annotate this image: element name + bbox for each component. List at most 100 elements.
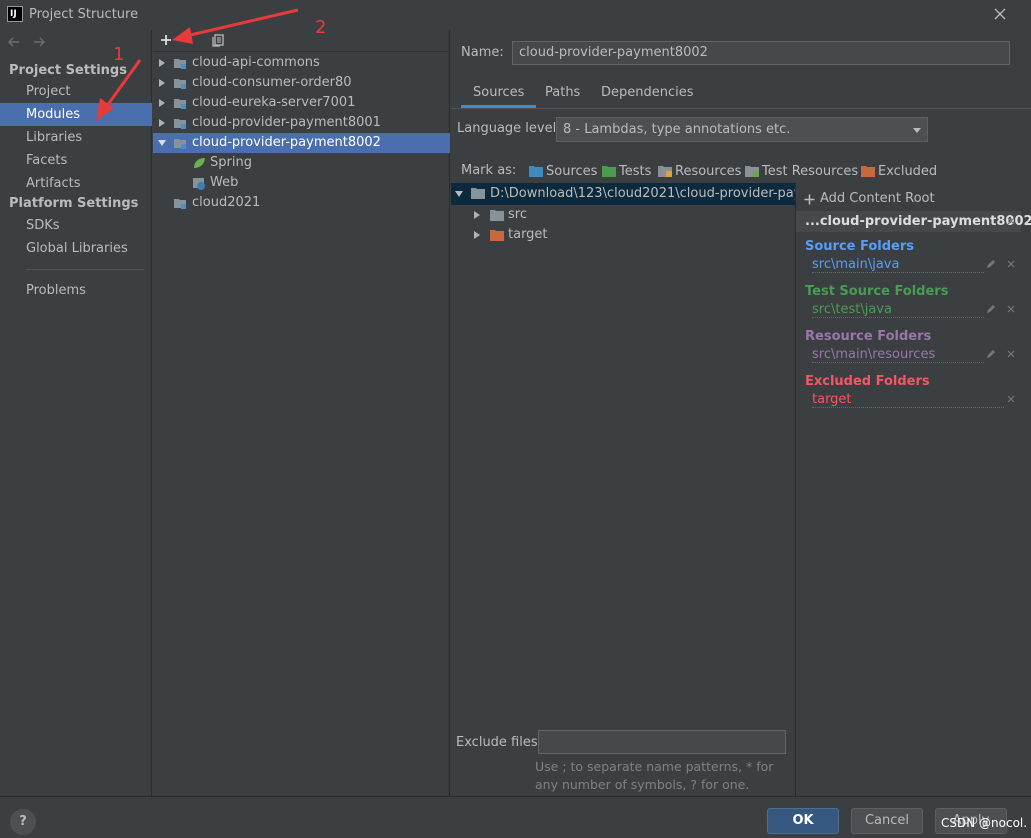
add-content-root-label: Add Content Root (820, 191, 935, 206)
watermark: CSDN @nocol. (941, 816, 1028, 830)
module-toolbar (153, 30, 450, 52)
content-root-row[interactable]: D:\Download\123\cloud2021\cloud-provider… (451, 183, 795, 205)
excluded-folder-path: target (812, 392, 1004, 408)
resource-folder-path: src\main\resources (812, 347, 984, 363)
test-source-folder-path: src\test\java (812, 302, 984, 318)
remove-icon[interactable] (1005, 348, 1017, 360)
add-icon[interactable] (159, 33, 173, 47)
content-folder-label: src (508, 207, 527, 222)
settings-nav: Project Settings Project Modules Librari… (0, 30, 152, 796)
expand-arrow-icon[interactable] (472, 230, 482, 240)
folder-icon (471, 188, 485, 199)
nav-item-modules[interactable]: Modules (0, 103, 152, 126)
module-folder-icon (173, 196, 187, 210)
content-folder-row[interactable]: src (451, 205, 795, 225)
nav-item-artifacts[interactable]: Artifacts (0, 172, 152, 195)
facet-row[interactable]: Web (153, 173, 450, 193)
facet-label: Spring (210, 155, 252, 170)
nav-divider (26, 269, 144, 270)
expand-arrow-icon[interactable] (157, 118, 167, 128)
back-arrow-icon[interactable] (6, 34, 22, 50)
module-folder-icon (173, 116, 187, 130)
module-label: cloud-api-commons (192, 55, 320, 70)
resource-folders-title: Resource Folders (805, 329, 932, 344)
remove-icon[interactable] (1005, 393, 1017, 405)
remove-icon[interactable] (1005, 215, 1017, 227)
nav-item-global-libraries[interactable]: Global Libraries (0, 237, 152, 260)
module-label: cloud-provider-payment8002 (192, 135, 381, 150)
add-content-root-button[interactable]: Add Content Root (804, 191, 935, 206)
language-level-value: 8 - Lambdas, type annotations etc. (563, 122, 791, 137)
mark-sources-label: Sources (546, 164, 598, 179)
web-icon (192, 176, 206, 190)
content-root-header: ...cloud-provider-payment8002 (796, 211, 1031, 232)
nav-item-libraries[interactable]: Libraries (0, 126, 152, 149)
module-folder-icon (173, 136, 187, 150)
name-label: Name: (461, 45, 504, 60)
close-icon[interactable] (990, 4, 1010, 24)
source-folder-path: src\main\java (812, 257, 984, 273)
cancel-button[interactable]: Cancel (851, 808, 923, 834)
expand-arrow-icon[interactable] (157, 58, 167, 68)
spring-icon (192, 156, 206, 170)
language-level-select[interactable]: 8 - Lambdas, type annotations etc. (556, 117, 928, 142)
exclude-files-label: Exclude files: (456, 735, 543, 750)
module-label: cloud-provider-payment8001 (192, 115, 381, 130)
expand-arrow-icon[interactable] (472, 210, 482, 220)
section-platform-settings: Platform Settings (9, 196, 139, 211)
module-row-selected[interactable]: cloud-provider-payment8002 (153, 133, 450, 153)
collapse-arrow-icon[interactable] (454, 189, 464, 199)
title-bar: IJ Project Structure (0, 0, 1031, 30)
forward-arrow-icon[interactable] (31, 34, 47, 50)
edit-icon[interactable] (985, 348, 997, 360)
nav-item-facets[interactable]: Facets (0, 149, 152, 172)
sources-folder-icon (529, 166, 543, 177)
nav-item-sdks[interactable]: SDKs (0, 214, 152, 237)
module-row[interactable]: cloud-provider-payment8001 (153, 113, 450, 133)
module-label: cloud-consumer-order80 (192, 75, 352, 90)
tab-sources[interactable]: Sources (461, 82, 537, 108)
tests-folder-icon (602, 166, 616, 177)
nav-item-problems[interactable]: Problems (0, 279, 152, 302)
plus-icon (804, 194, 815, 205)
content-root-path: D:\Download\123\cloud2021\cloud-provider… (490, 186, 795, 201)
facet-row[interactable]: Spring (153, 153, 450, 173)
module-folder-icon (173, 76, 187, 90)
language-level-label: Language level: (457, 121, 561, 136)
resources-folder-icon (658, 166, 672, 177)
copy-icon[interactable] (211, 33, 225, 47)
tab-dependencies[interactable]: Dependencies (589, 82, 706, 108)
module-row[interactable]: cloud-consumer-order80 (153, 73, 450, 93)
ok-button[interactable]: OK (767, 808, 839, 834)
collapse-arrow-icon[interactable] (157, 138, 167, 148)
help-button[interactable]: ? (10, 809, 36, 835)
content-folder-row[interactable]: target (451, 225, 795, 245)
content-root-header-label: ...cloud-provider-payment8002 (805, 214, 1031, 229)
folder-icon (490, 210, 504, 221)
test-source-folders-title: Test Source Folders (805, 284, 949, 299)
remove-icon[interactable] (1005, 258, 1017, 270)
chevron-down-icon (912, 125, 922, 135)
module-list-panel: cloud-api-commons cloud-consumer-order80… (153, 30, 450, 796)
mark-resources-label: Resources (675, 164, 742, 179)
edit-icon[interactable] (985, 258, 997, 270)
window-title: Project Structure (29, 7, 139, 22)
expand-arrow-icon[interactable] (157, 98, 167, 108)
module-label: cloud-eureka-server7001 (192, 95, 356, 110)
module-row[interactable]: cloud2021 (153, 193, 450, 213)
remove-icon[interactable] (1005, 303, 1017, 315)
module-detail-panel: Name: cloud-provider-payment8002 Sources… (451, 30, 1031, 796)
excluded-folders-title: Excluded Folders (805, 374, 930, 389)
module-label: cloud2021 (192, 195, 261, 210)
nav-item-project[interactable]: Project (0, 80, 152, 103)
module-row[interactable]: cloud-api-commons (153, 53, 450, 73)
exclude-files-input[interactable] (538, 730, 786, 754)
edit-icon[interactable] (985, 303, 997, 315)
annotation-label-2: 2 (315, 17, 327, 38)
module-row[interactable]: cloud-eureka-server7001 (153, 93, 450, 113)
name-input[interactable]: cloud-provider-payment8002 (512, 41, 1010, 65)
intellij-logo-icon: IJ (7, 6, 23, 22)
excluded-folder-icon (490, 230, 504, 241)
expand-arrow-icon[interactable] (157, 78, 167, 88)
tab-paths[interactable]: Paths (533, 82, 592, 108)
